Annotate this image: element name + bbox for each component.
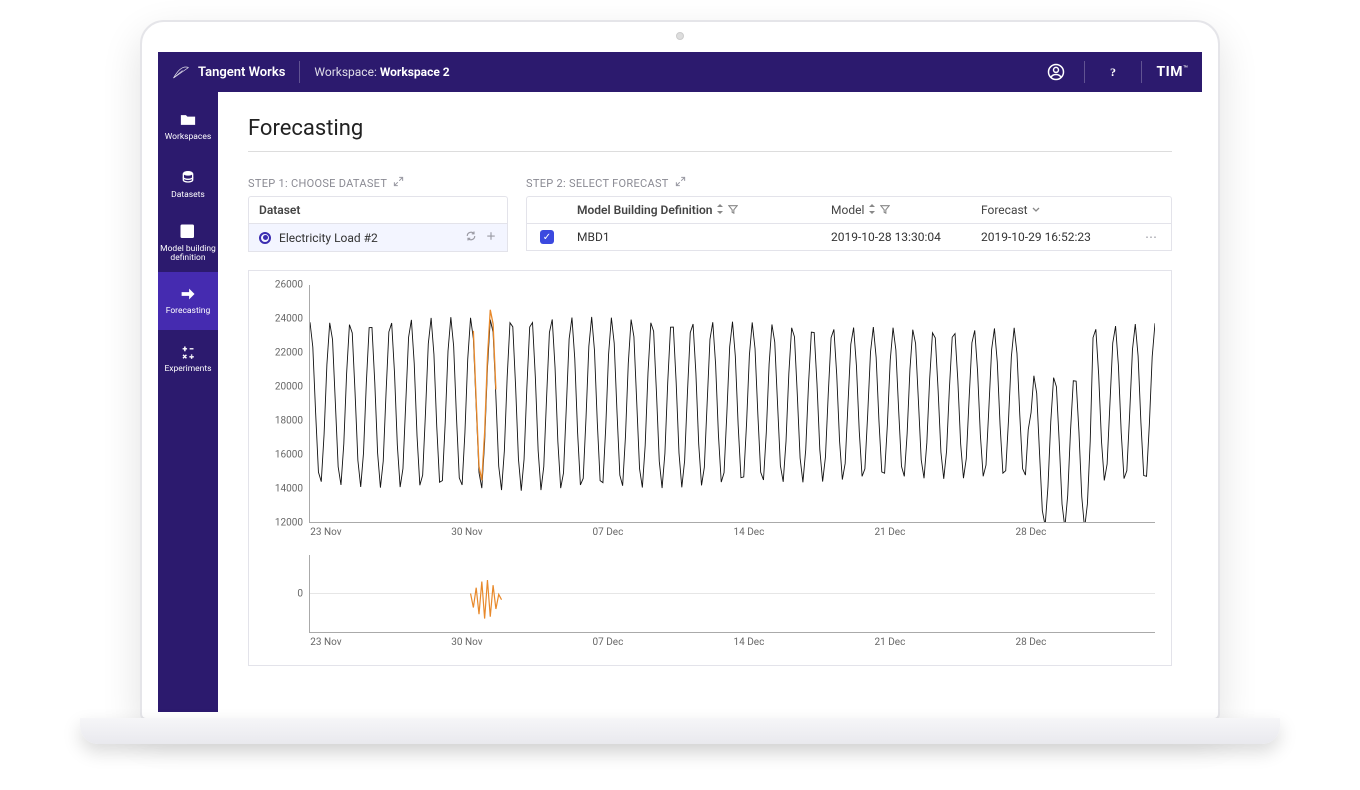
main-content: Forecasting STEP 1: CHOOSE DATASET Datas… — [218, 92, 1202, 712]
sort-icon[interactable] — [716, 203, 724, 217]
residual-chart[interactable]: 0 23 Nov 30 Nov 07 Dec 14 Dec 21 Dec 28 Dec — [259, 555, 1161, 655]
separator — [1141, 61, 1142, 83]
sidebar-item-experiments[interactable]: +−×÷ Experiments — [158, 330, 218, 388]
sidebar-item-workspaces[interactable]: Workspaces — [158, 98, 218, 156]
x-tick: 23 Nov — [310, 637, 341, 648]
x-tick: 07 Dec — [592, 637, 623, 648]
account-icon[interactable] — [1042, 58, 1070, 86]
sort-icon[interactable] — [868, 203, 876, 217]
x-tick: 14 Dec — [733, 637, 764, 648]
row-mbd: MBD1 — [567, 224, 821, 250]
mbd-header[interactable]: Model Building Definition — [567, 197, 821, 223]
filter-icon[interactable] — [880, 203, 890, 217]
svg-text:×: × — [183, 352, 187, 361]
x-tick: 07 Dec — [592, 527, 623, 538]
help-icon[interactable]: ? — [1099, 58, 1127, 86]
add-icon[interactable] — [485, 230, 497, 245]
radio-selected-icon[interactable] — [259, 232, 271, 244]
workspace-name[interactable]: Workspace 2 — [380, 65, 450, 79]
svg-text:?: ? — [1110, 65, 1116, 79]
x-tick: 28 Dec — [1015, 527, 1046, 538]
x-tick: 21 Dec — [874, 637, 905, 648]
x-tick: 23 Nov — [310, 527, 341, 538]
database-icon — [179, 169, 197, 187]
sidebar-nav: Workspaces Datasets Model building defin… — [158, 92, 218, 712]
sidebar-item-label: Forecasting — [166, 307, 211, 316]
row-forecast: 2019-10-29 16:52:23 — [971, 224, 1131, 250]
row-model: 2019-10-28 13:30:04 — [821, 224, 971, 250]
checkbox-header — [527, 197, 567, 223]
main-chart[interactable]: 1200014000160001800020000220002400026000… — [259, 285, 1161, 545]
y-tick: 26000 — [275, 280, 303, 291]
step1-title: STEP 1: CHOOSE DATASET — [248, 176, 508, 190]
edit-icon — [179, 223, 197, 241]
forecast-header[interactable]: Forecast — [971, 197, 1131, 223]
x-tick: 14 Dec — [733, 527, 764, 538]
separator — [299, 61, 300, 83]
y-tick: 22000 — [275, 348, 303, 359]
x-tick: 30 Nov — [451, 637, 482, 648]
dataset-header: Dataset — [248, 196, 508, 224]
sidebar-item-label: Model building definition — [160, 245, 216, 264]
sidebar-item-label: Workspaces — [165, 133, 212, 142]
expand-icon[interactable] — [675, 176, 686, 190]
refresh-icon[interactable] — [465, 230, 477, 245]
chevron-down-icon[interactable] — [1032, 203, 1040, 217]
y-tick: 14000 — [275, 484, 303, 495]
forecast-row[interactable]: ✓ MBD1 2019-10-28 13:30:04 2019-10-29 16… — [526, 224, 1172, 251]
x-tick: 28 Dec — [1015, 637, 1046, 648]
step2-panel: STEP 2: SELECT FORECAST Model Building D… — [526, 176, 1172, 251]
y-tick: 16000 — [275, 450, 303, 461]
y-tick: 18000 — [275, 416, 303, 427]
folder-icon — [179, 111, 197, 129]
tim-trademark: ™ — [1183, 64, 1188, 73]
model-header[interactable]: Model — [821, 197, 971, 223]
sidebar-item-forecasting[interactable]: Forecasting — [158, 272, 218, 330]
tim-logo[interactable]: TIM — [1156, 64, 1183, 80]
row-actions-icon[interactable]: ⋯ — [1131, 224, 1171, 250]
brand[interactable]: Tangent Works — [172, 63, 285, 81]
app-viewport: Tangent Works Workspace: Workspace 2 ? — [158, 52, 1202, 712]
workspace-label: Workspace: — [314, 65, 376, 79]
checkbox-checked-icon[interactable]: ✓ — [540, 230, 554, 244]
x-tick: 30 Nov — [451, 527, 482, 538]
page-title: Forecasting — [248, 116, 1172, 152]
sidebar-item-label: Datasets — [171, 191, 205, 200]
brand-label: Tangent Works — [198, 65, 285, 80]
y-tick: 12000 — [275, 518, 303, 529]
sidebar-item-datasets[interactable]: Datasets — [158, 156, 218, 214]
y-tick: 0 — [297, 589, 303, 600]
x-tick: 21 Dec — [874, 527, 905, 538]
y-tick: 24000 — [275, 314, 303, 325]
brand-logo-icon — [172, 63, 190, 81]
sidebar-item-model-building-definition[interactable]: Model building definition — [158, 214, 218, 272]
chart-area: 12000 14000 16000 18000 20000 22000 24000 26000… — [248, 270, 1172, 666]
dataset-name: Electricity Load #2 — [279, 231, 378, 245]
top-bar: Tangent Works Workspace: Workspace 2 ? — [158, 52, 1202, 92]
step2-title: STEP 2: SELECT FORECAST — [526, 176, 1172, 190]
sidebar-item-label: Experiments — [164, 365, 211, 374]
expand-icon[interactable] — [393, 176, 404, 190]
arrow-right-icon — [179, 285, 197, 303]
dataset-row[interactable]: Electricity Load #2 — [248, 224, 508, 252]
step1-panel: STEP 1: CHOOSE DATASET Dataset Electrici… — [248, 176, 508, 252]
laptop-base — [80, 718, 1280, 744]
laptop-camera — [676, 32, 684, 40]
forecast-grid-header: Model Building Definition Model — [526, 196, 1172, 224]
laptop-frame: Tangent Works Workspace: Workspace 2 ? — [140, 20, 1220, 720]
svg-text:÷: ÷ — [190, 352, 194, 361]
filter-icon[interactable] — [728, 203, 738, 217]
y-tick: 20000 — [275, 382, 303, 393]
operators-icon: +−×÷ — [179, 343, 197, 361]
separator — [1084, 61, 1085, 83]
